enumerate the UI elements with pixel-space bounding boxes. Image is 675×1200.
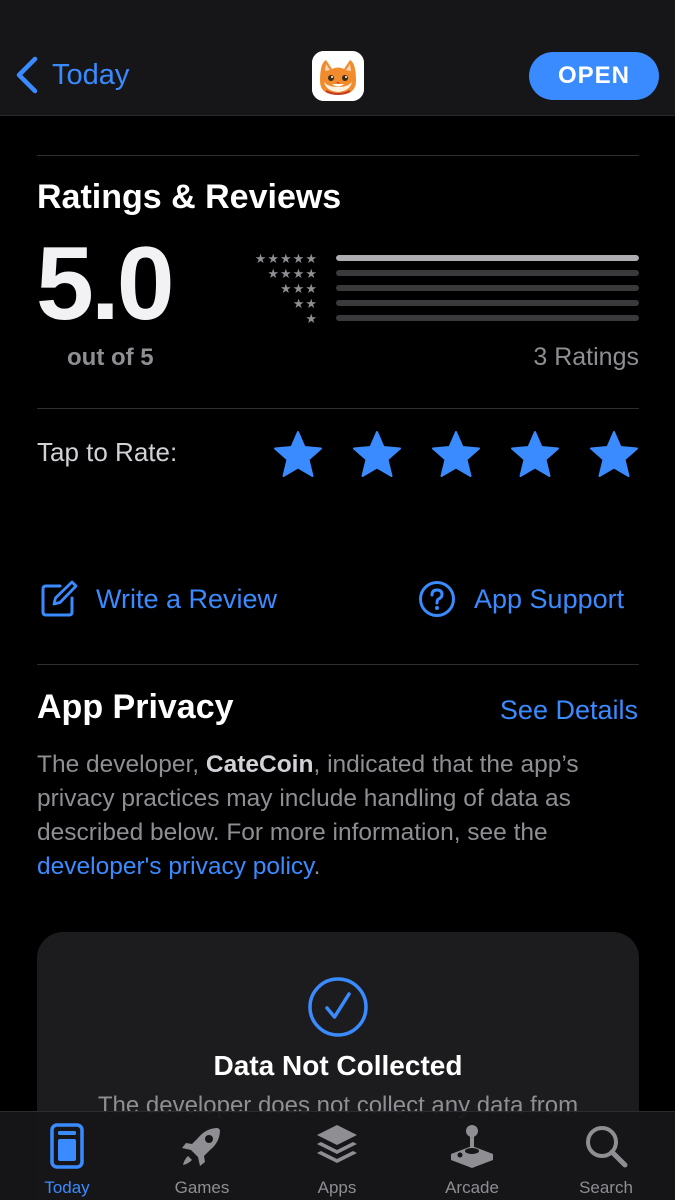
tab-label: Today (44, 1178, 90, 1197)
rate-star-1[interactable] (273, 430, 323, 478)
average-score: 5.0 (36, 226, 175, 342)
question-circle-icon (419, 581, 455, 617)
privacy-text-prefix: The developer, (37, 751, 206, 778)
tab-today[interactable]: Today (17, 1112, 117, 1200)
tab-label: Apps (317, 1178, 357, 1197)
tab-arcade[interactable]: Arcade (422, 1112, 522, 1200)
divider (37, 408, 639, 409)
ratings-count: 3 Ratings (533, 343, 639, 371)
tab-games[interactable]: Games (152, 1112, 252, 1200)
write-review-label: Write a Review (96, 583, 278, 614)
search-icon (586, 1126, 628, 1168)
rating-bar-5 (336, 255, 639, 261)
cat-logo-icon (312, 51, 364, 101)
checkmark-circle-icon (308, 977, 368, 1037)
privacy-policy-link[interactable]: developer's privacy policy (37, 853, 314, 880)
write-review-button[interactable]: Write a Review (40, 580, 277, 618)
tab-label: Games (174, 1178, 230, 1197)
rating-distribution (336, 255, 639, 330)
tap-to-rate-label: Tap to Rate: (37, 437, 178, 467)
tap-to-rate-stars (273, 430, 639, 478)
back-label: Today (52, 58, 130, 91)
divider (37, 664, 639, 665)
data-not-collected-title: Data Not Collected (213, 1050, 463, 1081)
star-level-labels: ★★★★★ ★★★★ ★★★ ★★ ★ (246, 251, 318, 326)
divider (37, 155, 639, 156)
developer-name: CateCoin (205, 751, 314, 778)
star-label-2: ★★ (292, 296, 318, 311)
rating-bar-3 (336, 285, 639, 291)
out-of-label: out of 5 (67, 344, 154, 371)
app-support-button[interactable]: App Support (418, 580, 624, 618)
app-privacy-title: App Privacy (37, 688, 234, 726)
tab-search[interactable]: Search (556, 1112, 656, 1200)
tab-label: Search (579, 1178, 633, 1197)
top-nav-bar: Today OPEN (0, 0, 675, 116)
star-label-1: ★ (305, 311, 318, 326)
open-button[interactable]: OPEN (529, 52, 659, 100)
joystick-icon (451, 1125, 493, 1168)
tab-bar: Today Games Apps Arcade Search (0, 1111, 675, 1200)
star-label-4: ★★★★ (267, 266, 318, 281)
app-support-label: App Support (474, 583, 625, 614)
rating-bar-1 (336, 315, 639, 321)
star-label-5: ★★★★★ (254, 251, 318, 266)
privacy-description: The developer, CateCoin, indicated that … (37, 748, 642, 884)
tab-apps[interactable]: Apps (287, 1112, 387, 1200)
rocket-icon (182, 1128, 220, 1166)
app-icon (312, 51, 364, 101)
chevron-left-icon (16, 56, 38, 94)
rating-bar-fill (336, 255, 639, 261)
layers-icon (317, 1125, 357, 1163)
privacy-text-suffix: . (313, 853, 321, 880)
today-icon (50, 1123, 84, 1169)
compose-icon (41, 580, 78, 617)
star-label-3: ★★★ (280, 281, 318, 296)
rate-star-5[interactable] (589, 430, 639, 478)
rate-star-4[interactable] (510, 430, 560, 478)
ratings-title: Ratings & Reviews (37, 178, 342, 216)
back-button[interactable]: Today (14, 56, 129, 94)
rate-star-2[interactable] (352, 430, 402, 478)
see-details-link[interactable]: See Details (500, 695, 638, 726)
rating-bar-4 (336, 270, 639, 276)
rating-bar-2 (336, 300, 639, 306)
rate-star-3[interactable] (431, 430, 481, 478)
tab-label: Arcade (445, 1178, 499, 1197)
